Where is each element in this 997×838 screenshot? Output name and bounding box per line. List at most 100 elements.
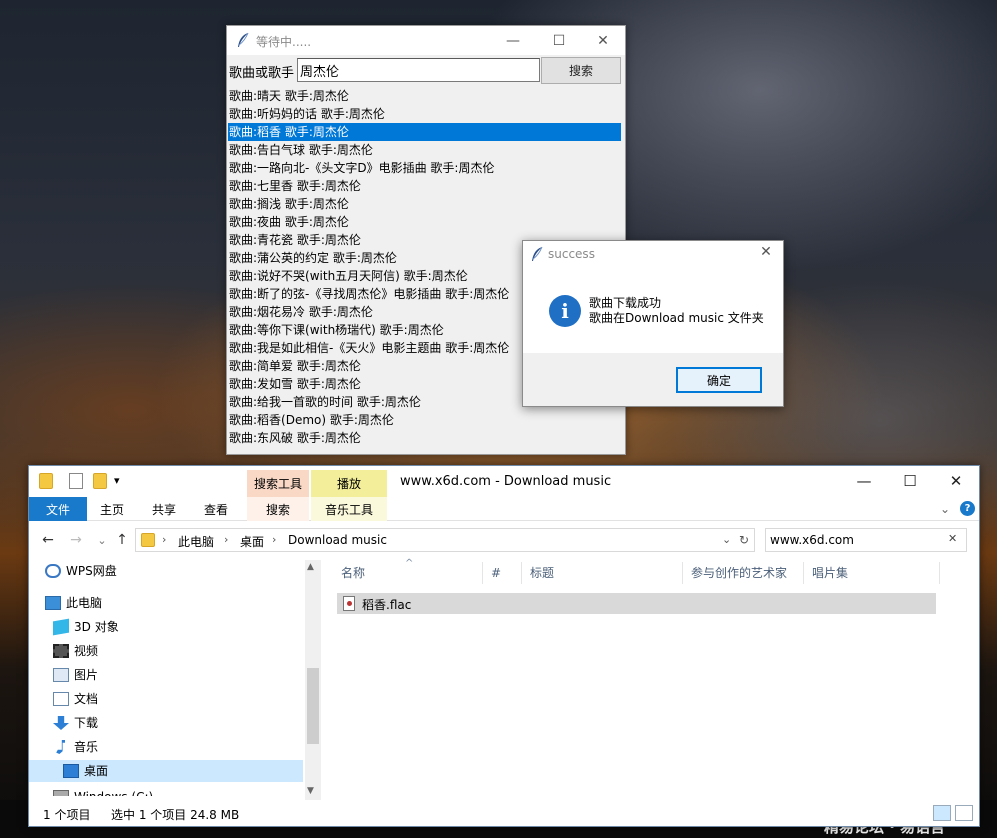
file-row[interactable]: 稻香.flac [337,593,936,614]
large-icons-view-icon[interactable] [955,805,973,821]
explorer-search-input[interactable] [770,531,940,549]
item-count: 1 个项目 [43,808,91,822]
song-result-item[interactable]: 歌曲:晴天 歌手:周杰伦 [228,87,621,105]
scroll-down-icon[interactable]: ▼ [307,786,314,796]
nav-item-label: 此电脑 [66,596,103,610]
scroll-up-icon[interactable]: ▲ [307,562,314,572]
forward-button[interactable]: → [67,531,85,549]
nav-item-label: 视频 [74,644,99,658]
column-separator[interactable] [803,562,804,584]
up-button[interactable]: ↑ [113,531,131,549]
scroll-thumb[interactable] [307,668,319,744]
dialog-message: 歌曲下载成功 歌曲在Download music 文件夹 [589,296,764,326]
column-separator[interactable] [521,562,522,584]
song-result-item[interactable]: 歌曲:一路向北-《头文字D》电影插曲 歌手:周杰伦 [228,159,621,177]
nav-item-label: 3D 对象 [74,620,119,634]
quick-access-dropdown-icon[interactable]: ▾ [114,474,120,487]
song-result-item[interactable]: 歌曲:听妈妈的话 歌手:周杰伦 [228,105,621,123]
close-button[interactable]: ✕ [580,26,626,55]
drive-icon [53,790,69,796]
info-icon: i [549,295,581,327]
song-result-item[interactable]: 歌曲:东风破 歌手:周杰伦 [228,429,621,447]
status-bar: 1 个项目 选中 1 个项目 24.8 MB [29,802,979,826]
search-label: 歌曲或歌手 [229,66,295,81]
help-icon[interactable]: ? [960,501,975,516]
clear-search-icon[interactable]: ✕ [948,532,957,545]
file-name: 稻香.flac [362,598,412,612]
nav-item[interactable]: 桌面 [29,760,303,782]
back-button[interactable]: ← [39,531,57,549]
search-button[interactable]: 搜索 [541,57,621,84]
details-view-icon[interactable] [933,805,951,821]
dialog-footer: 确定 [523,353,783,406]
context-tab-search-tools[interactable]: 搜索工具 [247,470,309,497]
column-header-name[interactable]: 名称 [341,558,365,588]
nav-item-label: 下载 [74,716,99,730]
column-separator[interactable] [682,562,683,584]
column-header-album[interactable]: 唱片集 [812,558,848,588]
nav-item-label: 音乐 [74,740,99,754]
tab-share[interactable]: 共享 [143,497,185,521]
address-row: ← → ⌄ ↑ › 此电脑 › 桌面 › Download music ⌄ ↻ … [29,524,979,556]
minimize-button[interactable]: — [490,26,536,55]
ok-button[interactable]: 确定 [676,367,762,393]
address-dropdown-icon[interactable]: ⌄ [722,533,731,546]
minimize-button[interactable]: — [841,466,887,496]
tab-home[interactable]: 主页 [91,497,133,521]
search-box[interactable]: ✕ [765,528,967,552]
column-separator[interactable] [939,562,940,584]
new-folder-icon[interactable] [93,473,107,489]
nav-item-label: 图片 [74,668,99,682]
context-tab-play[interactable]: 播放 [311,470,387,497]
folder-icon [39,473,53,489]
refresh-icon[interactable]: ↻ [739,533,749,547]
cloud-icon [45,564,61,578]
search-input[interactable] [297,58,540,82]
recent-locations-icon[interactable]: ⌄ [93,531,111,549]
selection-info: 选中 1 个项目 24.8 MB [111,808,240,822]
file-list-pane: 名称 ^ # 标题 参与创作的艺术家 唱片集 稻香.flac [327,558,977,796]
search-row: 歌曲或歌手 搜索 [227,57,625,85]
explorer-titlebar[interactable]: ▾ 搜索工具 播放 www.x6d.com - Download music —… [29,466,979,497]
dialog-close-button[interactable]: ✕ [755,244,777,264]
expand-ribbon-icon[interactable]: ⌄ [937,497,953,521]
music-icon [56,740,65,754]
nav-item-label: 桌面 [84,764,109,778]
address-bar[interactable]: › 此电脑 › 桌面 › Download music ⌄ ↻ [135,528,755,552]
breadcrumb-desktop[interactable]: 桌面 [240,533,264,550]
song-result-item[interactable]: 歌曲:七里香 歌手:周杰伦 [228,177,621,195]
song-result-item[interactable]: 歌曲:夜曲 歌手:周杰伦 [228,213,621,231]
tab-file[interactable]: 文件 [29,497,87,521]
document-icon [53,692,69,706]
column-header-artist[interactable]: 参与创作的艺术家 [691,558,787,588]
column-header-number[interactable]: # [491,558,501,588]
tab-search[interactable]: 搜索 [247,497,309,521]
nav-item-label: 文档 [74,692,99,706]
breadcrumb-this-pc[interactable]: 此电脑 [178,533,214,550]
column-separator[interactable] [482,562,483,584]
song-result-item[interactable]: 歌曲:告白气球 歌手:周杰伦 [228,141,621,159]
tab-music-tools[interactable]: 音乐工具 [311,497,387,521]
song-result-item[interactable]: 歌曲:稻香 歌手:周杰伦 [228,123,621,141]
song-result-item[interactable]: 歌曲:稻香(Demo) 歌手:周杰伦 [228,411,621,429]
breadcrumb-separator: › [162,533,167,546]
breadcrumb-download-music[interactable]: Download music [288,533,387,547]
download-icon [53,716,69,730]
dialog-message-line: 歌曲在Download music 文件夹 [589,311,764,325]
close-button[interactable]: ✕ [933,466,979,496]
file-explorer-window: ▾ 搜索工具 播放 www.x6d.com - Download music —… [28,465,980,827]
properties-icon[interactable] [69,473,83,489]
song-result-item[interactable]: 歌曲:搁浅 歌手:周杰伦 [228,195,621,213]
dialog-title: success [548,247,595,261]
feather-icon [238,32,249,47]
video-icon [53,644,69,658]
window-titlebar[interactable]: 等待中..... — ☐ ✕ [227,26,625,55]
nav-scrollbar[interactable]: ▲ ▼ [305,560,321,800]
picture-icon [53,668,69,682]
folder-icon [141,533,155,547]
tab-view[interactable]: 查看 [195,497,237,521]
maximize-button[interactable]: ☐ [536,26,582,55]
column-header-title[interactable]: 标题 [530,558,554,588]
feather-icon [532,246,543,261]
maximize-button[interactable]: ☐ [887,466,933,496]
